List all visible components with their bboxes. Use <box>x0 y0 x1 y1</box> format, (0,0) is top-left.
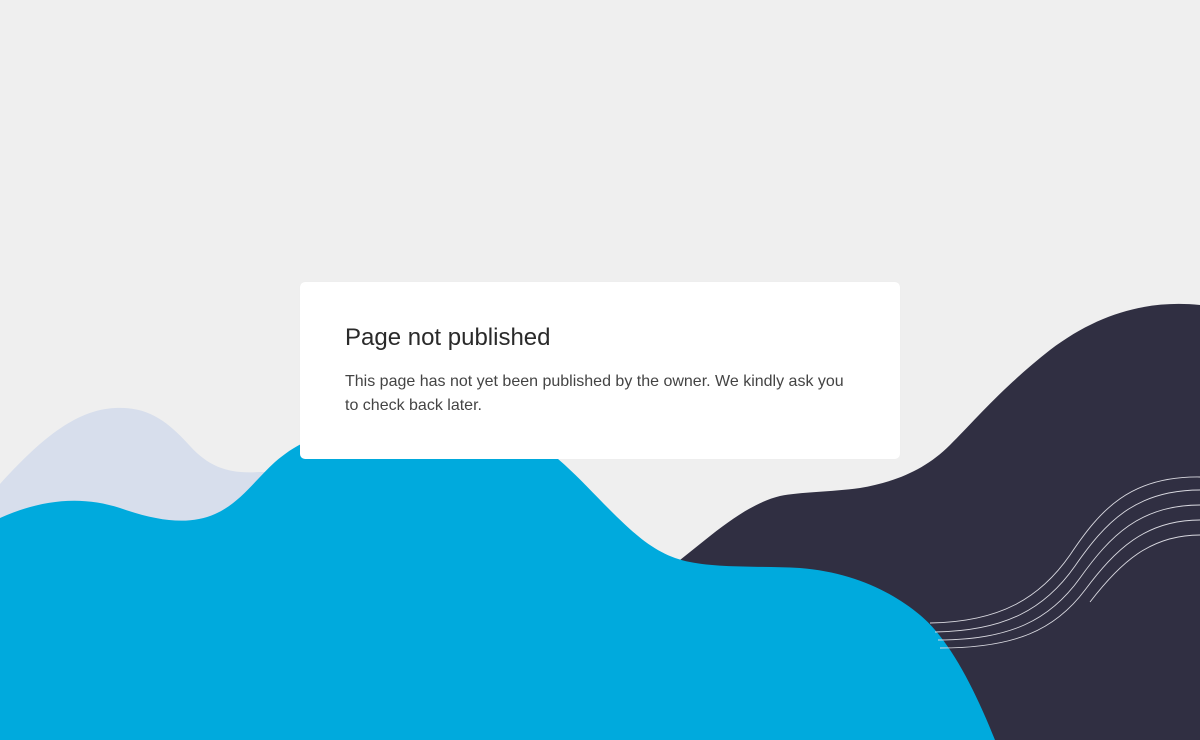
notice-message: This page has not yet been published by … <box>345 373 844 414</box>
not-published-page: Page not published This page has not yet… <box>0 0 1200 740</box>
notice-title: Page not published <box>345 324 551 351</box>
notice-card: Page not published This page has not yet… <box>300 282 900 459</box>
